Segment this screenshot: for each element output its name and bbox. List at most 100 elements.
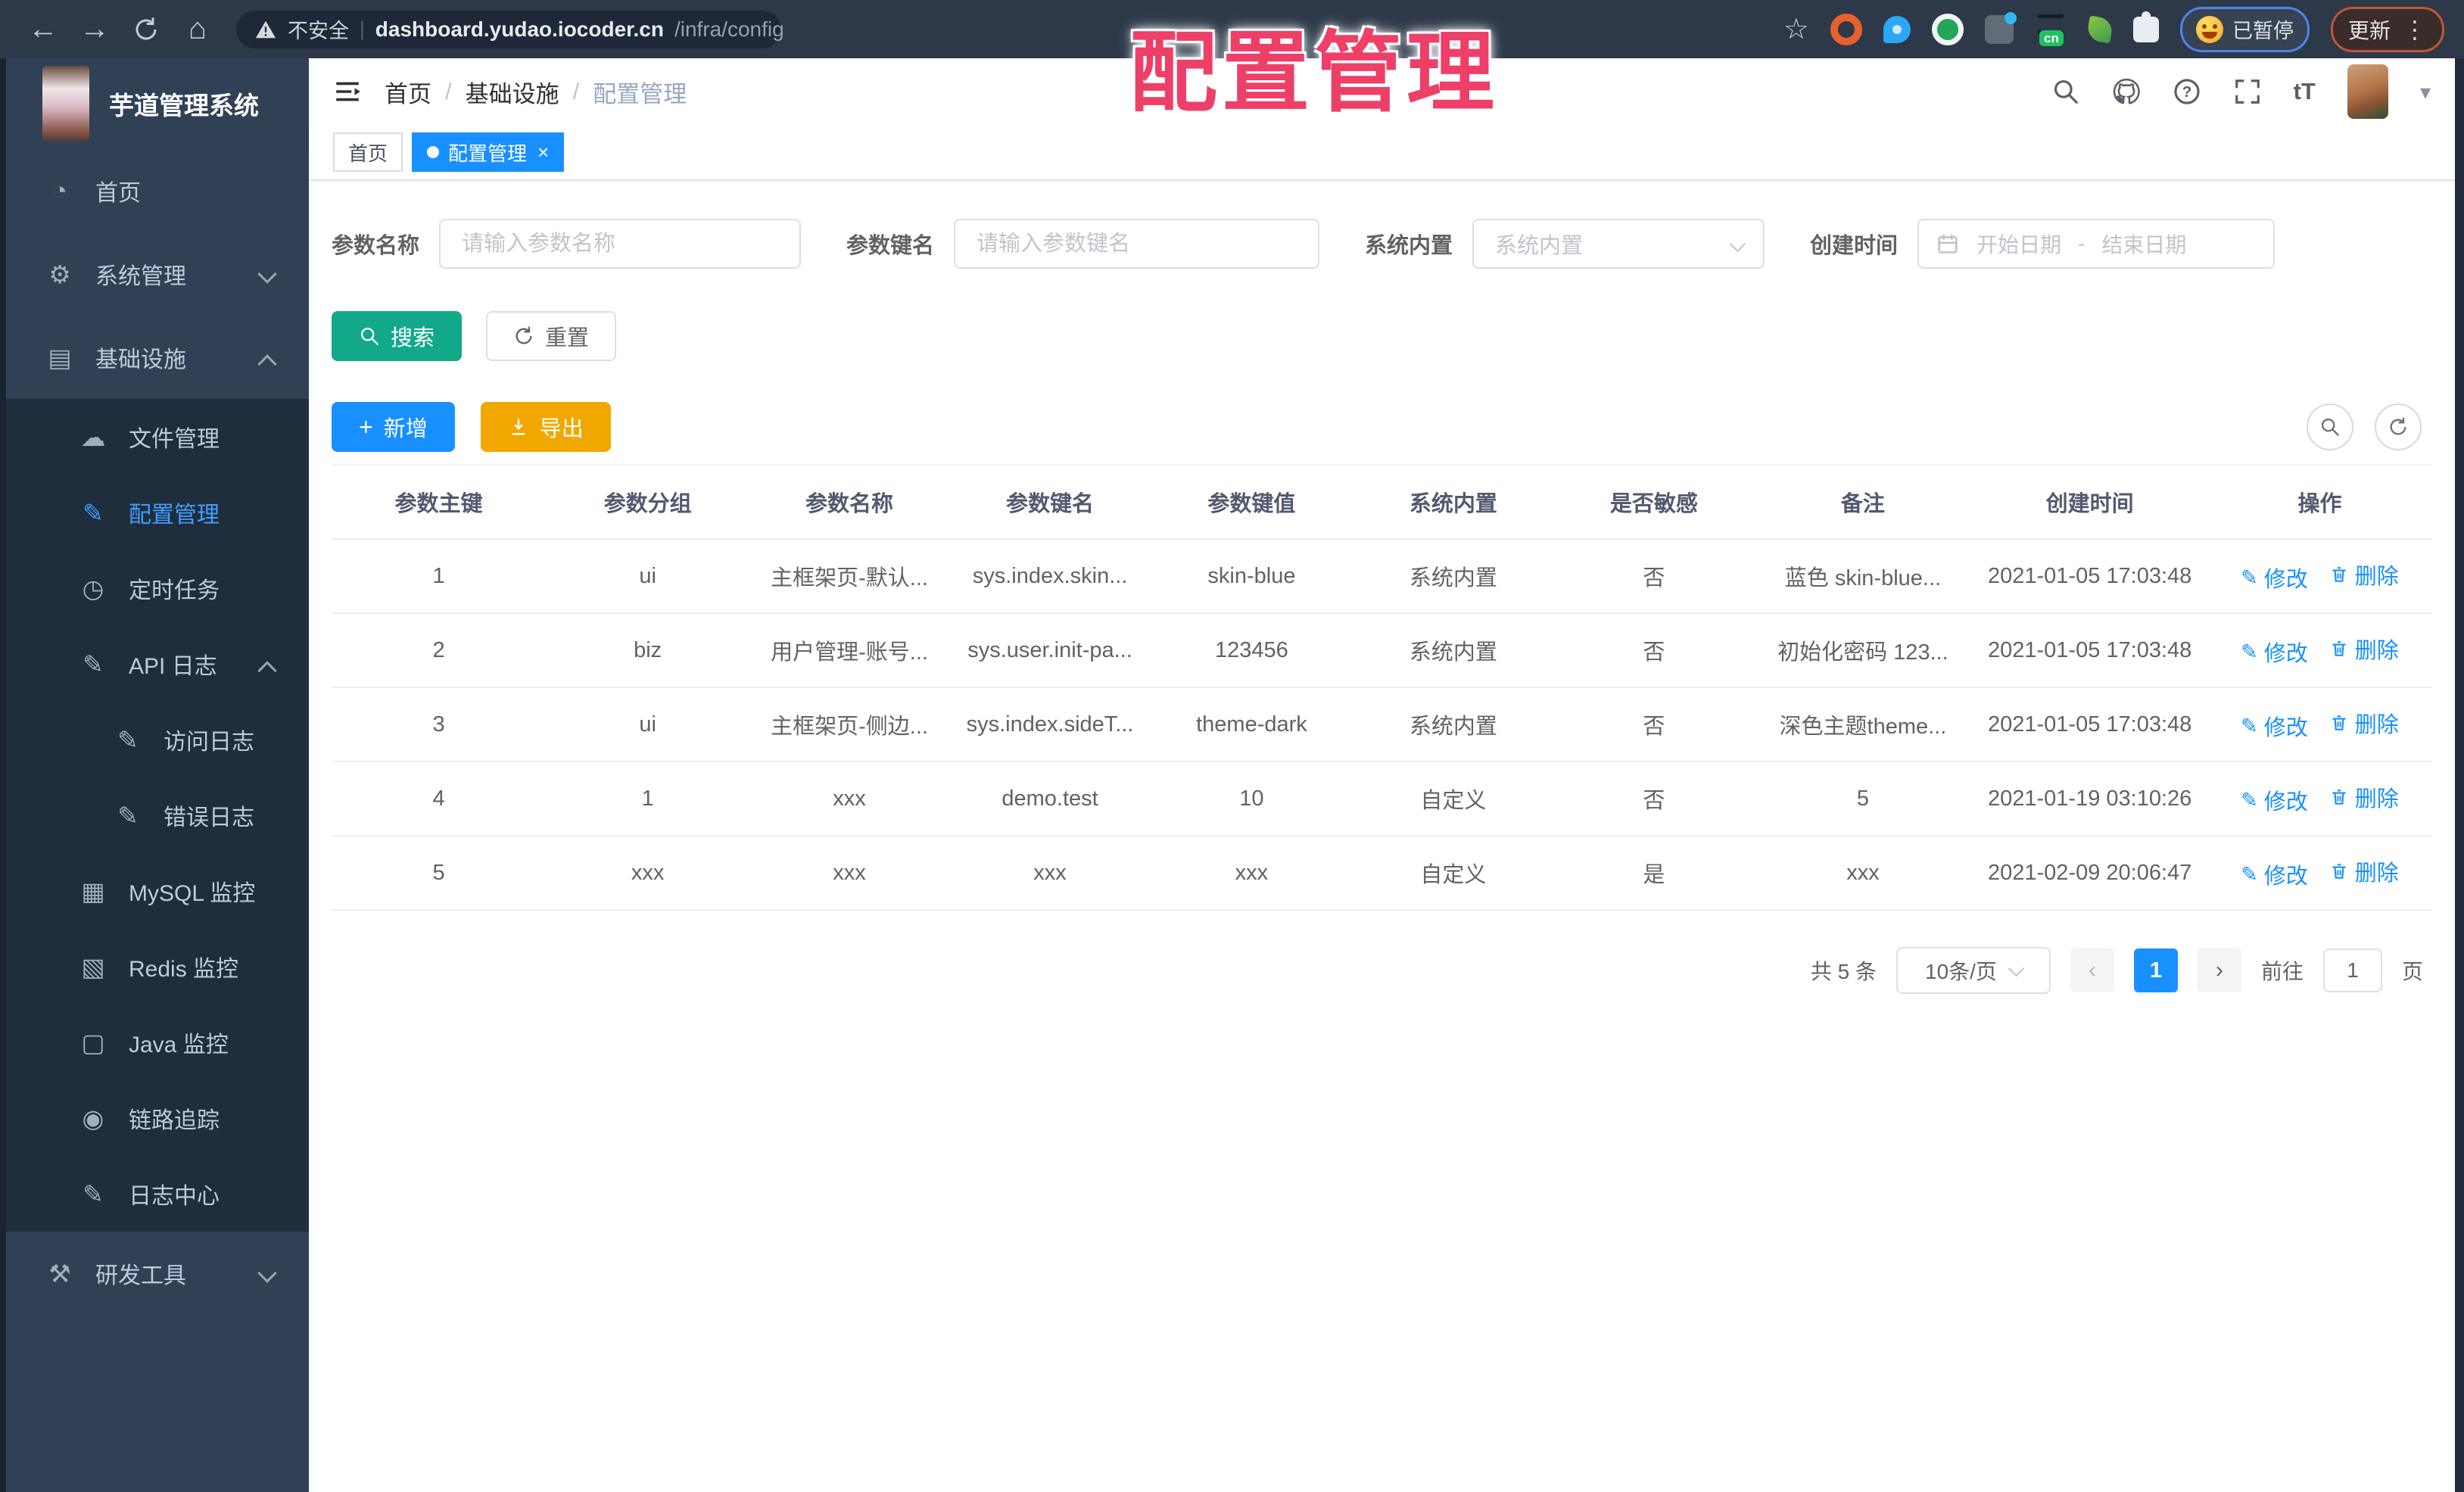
sidebar-item-job[interactable]: ◷ 定时任务: [6, 550, 309, 626]
cell-type: 系统内置: [1409, 640, 1497, 665]
toggle-search-button[interactable]: [2307, 403, 2353, 450]
refresh-table-button[interactable]: [2375, 403, 2422, 450]
prev-page-button[interactable]: ‹: [2070, 948, 2114, 992]
extension-grid-icon[interactable]: [1984, 11, 2017, 44]
extension-cn-icon[interactable]: cn: [2035, 13, 2067, 46]
tag-配置管理[interactable]: 配置管理 ×: [412, 132, 565, 172]
sidebar-item-file[interactable]: ☁ 文件管理: [6, 399, 309, 475]
sidebar-item-mysql[interactable]: ▦ MySQL 监控: [6, 853, 309, 929]
fullscreen-icon[interactable]: [2233, 77, 2262, 106]
github-icon[interactable]: [2112, 77, 2141, 106]
breadcrumb-item[interactable]: 首页: [385, 75, 431, 109]
close-icon[interactable]: ×: [537, 141, 549, 164]
cell-group: biz: [634, 637, 662, 662]
tag-首页[interactable]: 首页: [333, 132, 403, 172]
sidebar-item-java[interactable]: ▢ Java 监控: [6, 1005, 309, 1080]
edit-link[interactable]: ✎ 修改: [2241, 636, 2308, 668]
extension-leaf-icon[interactable]: [2086, 14, 2114, 44]
not-secure-warning-icon: [254, 18, 277, 41]
browser-refresh-icon[interactable]: [132, 16, 160, 43]
edit-link-label: 修改: [2263, 864, 2308, 889]
delete-link[interactable]: 删除: [2329, 559, 2399, 590]
sidebar-item-api-log[interactable]: ✎ API 日志: [6, 626, 309, 702]
extension-orange-ring-icon[interactable]: [1830, 13, 1862, 45]
cell-group: ui: [639, 712, 656, 737]
table-header-row: 参数主键 参数分组 参数名称 参数键名 参数键值 系统内置 是否敏感 备注 创建时间 操作: [332, 466, 2432, 540]
browser-forward-icon[interactable]: →: [71, 0, 118, 58]
trash-icon: [2329, 713, 2349, 733]
page-size-select[interactable]: 10条/页: [1896, 947, 2051, 994]
reset-button[interactable]: 重置: [486, 311, 617, 361]
sidebar-item-label: 文件管理: [129, 427, 220, 452]
hamburger-icon[interactable]: [333, 77, 362, 106]
date-range-picker[interactable]: 开始日期 - 结束日期: [1917, 219, 2276, 269]
search-button[interactable]: 搜索: [332, 311, 463, 361]
sidebar-item-log-center[interactable]: ✎ 日志中心: [6, 1156, 309, 1232]
filter-name-label: 参数名称: [332, 234, 420, 258]
next-page-button[interactable]: ›: [2197, 948, 2241, 992]
bookmark-star-icon[interactable]: ☆: [1783, 12, 1809, 46]
edit-link[interactable]: ✎ 修改: [2241, 784, 2308, 816]
sidebar-item-dev-tools[interactable]: ⚒ 研发工具: [6, 1232, 309, 1315]
delete-link[interactable]: 删除: [2329, 707, 2399, 739]
pagination-total: 共 5 条: [1810, 960, 1877, 983]
delete-link[interactable]: 删除: [2329, 633, 2399, 665]
add-button[interactable]: + 新增: [332, 402, 455, 452]
app-title: 芋道管理系统: [109, 92, 259, 120]
search-icon[interactable]: [2051, 77, 2080, 106]
extensions-puzzle-icon[interactable]: [2132, 11, 2159, 42]
paused-badge[interactable]: 已暂停: [2179, 6, 2310, 52]
current-page-button[interactable]: 1: [2133, 948, 2178, 992]
address-bar[interactable]: 不安全 | dashboard.yudao.iocoder.cn/infra/c…: [236, 10, 784, 48]
browser-menu-kebab-icon[interactable]: ⋮: [2403, 17, 2427, 42]
sidebar-item-label: 访问日志: [164, 730, 254, 755]
user-menu-caret-icon[interactable]: ▾: [2420, 79, 2431, 104]
sidebar-logo[interactable]: 芋道管理系统: [6, 58, 309, 149]
edit-link[interactable]: ✎ 修改: [2241, 858, 2308, 890]
browser-home-icon[interactable]: ⌂: [174, 0, 221, 58]
chrome-update-button[interactable]: 更新 ⋮: [2330, 6, 2444, 52]
sidebar-item-error-log[interactable]: ✎ 错误日志: [6, 777, 309, 853]
cell-name: 主框架页-侧边...: [771, 715, 928, 739]
delete-link[interactable]: 删除: [2329, 781, 2399, 813]
export-button[interactable]: 导出: [480, 402, 611, 452]
column-header: 参数键值: [1207, 492, 1296, 516]
param-key-input[interactable]: [954, 219, 1320, 269]
browser-back-icon[interactable]: ←: [20, 0, 67, 58]
font-size-icon[interactable]: tT: [2294, 78, 2316, 105]
column-header: 创建时间: [2045, 492, 2134, 516]
edit-link[interactable]: ✎ 修改: [2241, 710, 2308, 742]
sidebar-item-home[interactable]: ◔ 首页: [6, 149, 309, 232]
extension-green-circle-icon[interactable]: [1931, 13, 1964, 45]
cell-key: sys.user.init-pa...: [967, 637, 1132, 662]
sidebar-item-config[interactable]: ✎ 配置管理: [6, 475, 309, 550]
edit-icon: ✎: [83, 498, 104, 527]
column-header: 系统内置: [1409, 492, 1497, 516]
trash-icon: [2329, 787, 2349, 807]
param-name-input[interactable]: [439, 219, 802, 269]
edit-icon: ✎: [2241, 640, 2258, 663]
breadcrumb-item[interactable]: 基础设施: [466, 75, 559, 109]
cell-id: 5: [432, 860, 445, 885]
column-header: 操作: [2297, 492, 2342, 516]
help-icon[interactable]: [2173, 77, 2201, 106]
delete-link[interactable]: 删除: [2329, 855, 2399, 887]
dashboard-icon: ◔: [52, 176, 67, 204]
edit-link[interactable]: ✎ 修改: [2241, 562, 2308, 593]
sidebar-item-redis[interactable]: ▧ Redis 监控: [6, 929, 309, 1005]
logo-avatar: [42, 66, 89, 142]
user-avatar[interactable]: [2347, 64, 2388, 119]
schedule-icon: ◷: [82, 574, 104, 603]
sidebar-item-trace[interactable]: ◉ 链路追踪: [6, 1080, 309, 1156]
extension-pin-icon[interactable]: [1883, 15, 1911, 43]
window-frame-right: [2455, 58, 2464, 1492]
sidebar-item-infra[interactable]: ▤ 基础设施: [6, 316, 309, 399]
sidebar-item-access-log[interactable]: ✎ 访问日志: [6, 702, 309, 777]
cell-created: 2021-01-05 17:03:48: [1987, 637, 2192, 662]
cell-sensitive: 是: [1643, 863, 1665, 887]
system-builtin-select[interactable]: 系统内置: [1472, 219, 1765, 269]
goto-page-input[interactable]: [2322, 948, 2382, 992]
search-button-label: 搜索: [391, 326, 435, 350]
filter-actions: 搜索 重置: [332, 311, 2432, 361]
sidebar-item-system[interactable]: ⚙ 系统管理: [6, 232, 309, 316]
